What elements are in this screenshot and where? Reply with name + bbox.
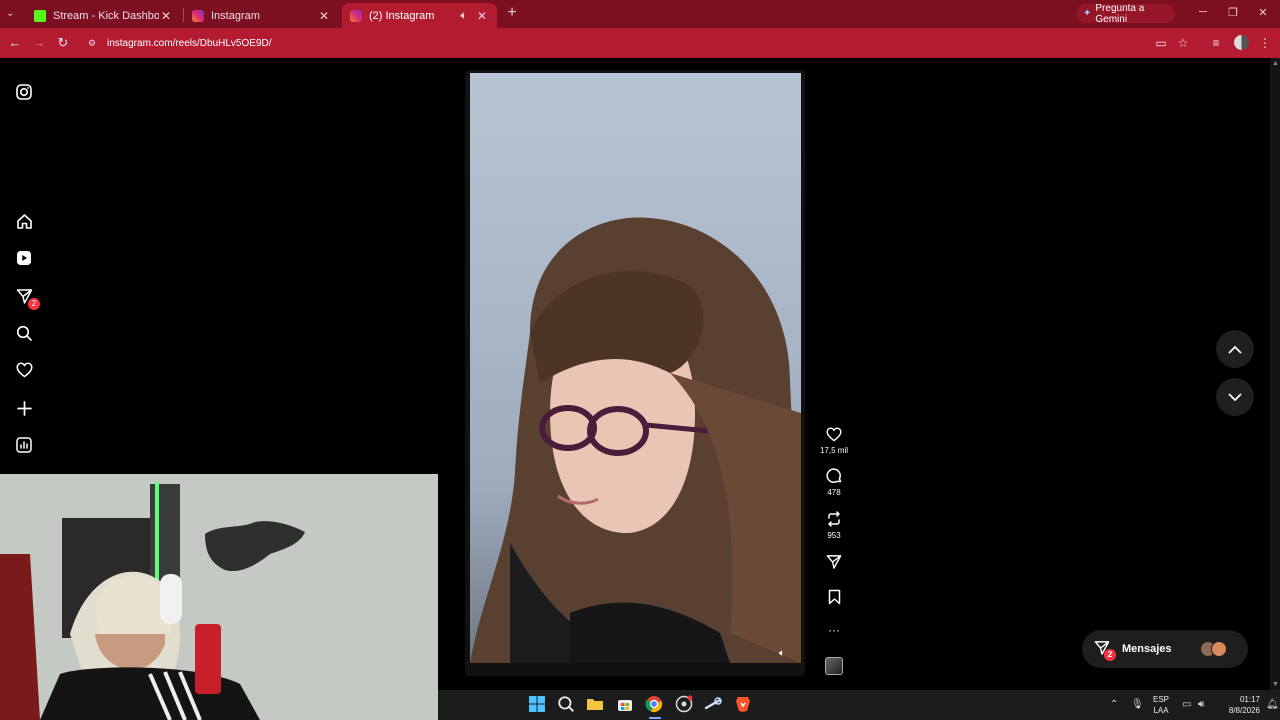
site-info-icon[interactable]: ⚙	[88, 38, 98, 49]
avatar	[1211, 641, 1227, 657]
media-controls-icon[interactable]: ≡	[1207, 34, 1225, 52]
obs-icon[interactable]	[675, 695, 695, 715]
messages-button[interactable]: 2 Mensajes	[1082, 630, 1248, 668]
close-tab-icon[interactable]: ✕	[159, 9, 173, 23]
comment-icon	[826, 468, 842, 483]
restore-icon[interactable]: ❐	[1223, 6, 1243, 19]
search-icon[interactable]	[14, 323, 34, 343]
messages-badge: 2	[1104, 649, 1116, 661]
browser-tab-bar: ⌄ Stream - Kick Dashboard ✕ Instagram ✕ …	[0, 0, 1280, 28]
tab-title: Instagram	[211, 9, 260, 22]
brave-icon[interactable]	[734, 695, 754, 715]
network-icon[interactable]: ▭	[1182, 699, 1191, 710]
tab-instagram[interactable]: Instagram ✕	[184, 3, 339, 28]
minimize-icon[interactable]: ─	[1193, 6, 1213, 18]
bookmark-icon	[828, 589, 840, 605]
forward-button[interactable]: →	[30, 34, 48, 52]
like-heart-icon	[826, 427, 842, 441]
taskbar-search-icon[interactable]	[557, 695, 577, 715]
page-scrollbar[interactable]: ▲ ▼	[1270, 58, 1280, 690]
gemini-label: Pregunta a Gemini	[1095, 2, 1145, 25]
tab-search-chevron-icon[interactable]: ⌄	[6, 8, 20, 20]
browser-toolbar: ← → ↻ ⚙ instagram.com/reels/DbuHLv5OE9D/…	[0, 28, 1280, 58]
back-button[interactable]: ←	[6, 34, 24, 52]
chrome-icon[interactable]	[645, 695, 665, 719]
bookmark-star-icon[interactable]: ☆	[1174, 34, 1192, 52]
chevron-up-icon	[1228, 345, 1242, 354]
reel-video-content	[470, 217, 801, 663]
scroll-down-arrow-icon[interactable]: ▼	[1272, 681, 1279, 688]
gemini-spark-icon: ✦	[1083, 8, 1092, 19]
repost-button[interactable]: 953	[816, 510, 852, 540]
previous-reel-button[interactable]	[1216, 330, 1254, 368]
save-button[interactable]	[816, 588, 852, 609]
notifications-bell-icon[interactable]: 🔔︎	[1266, 699, 1279, 710]
reels-icon[interactable]	[14, 248, 34, 268]
browser-menu-icon[interactable]: ⋮	[1256, 34, 1274, 52]
messages-label: Mensajes	[1122, 643, 1172, 655]
language-code: ESP	[1152, 695, 1169, 704]
url-text: instagram.com/reels/DbuHLv5OE9D/	[107, 37, 272, 49]
like-count: 17,5 mil	[819, 446, 848, 455]
address-bar[interactable]: ⚙ instagram.com/reels/DbuHLv5OE9D/	[82, 32, 1132, 54]
ask-gemini-button[interactable]: ✦ Pregunta a Gemini	[1077, 2, 1175, 25]
new-tab-button[interactable]: +	[504, 5, 520, 21]
keyboard-layout: LAA	[1153, 706, 1169, 715]
comment-button[interactable]: 478	[816, 467, 852, 497]
cast-icon[interactable]: ▭	[1152, 34, 1170, 52]
reel-video-player[interactable]: 🔈︎	[465, 70, 805, 676]
direct-messages-icon: 2	[1094, 640, 1116, 661]
tray-overflow-chevron-icon[interactable]: ⌃	[1110, 699, 1118, 710]
scroll-up-arrow-icon[interactable]: ▲	[1272, 60, 1279, 67]
share-icon	[826, 555, 842, 569]
chevron-down-icon	[1228, 392, 1242, 401]
create-plus-icon[interactable]	[14, 398, 34, 418]
instagram-icon	[192, 9, 204, 22]
more-dots-icon: ···	[828, 623, 840, 637]
profile-avatar[interactable]	[1234, 35, 1249, 50]
language-indicator[interactable]: ESP LAA	[1150, 694, 1172, 716]
audio-thumbnail[interactable]	[825, 657, 843, 675]
messages-badge: 2	[28, 298, 40, 310]
kick-icon	[34, 9, 46, 22]
close-window-icon[interactable]: ✕	[1253, 6, 1273, 19]
windows-taskbar: ⌃ 🎙︎ ESP LAA ▭ 🔊︎ 01:17 8/8/2026 🔔︎	[438, 690, 1280, 720]
webcam-overlay	[0, 474, 438, 720]
tab-title: Stream - Kick Dashboard	[53, 9, 159, 22]
repost-icon	[828, 511, 840, 527]
close-tab-icon[interactable]: ✕	[475, 9, 489, 23]
steam-icon[interactable]	[704, 695, 724, 715]
share-button[interactable]	[816, 553, 852, 574]
instagram-logo-icon[interactable]	[14, 82, 34, 102]
reel-video-frame[interactable]	[470, 73, 801, 663]
webcam-feed	[0, 474, 438, 720]
dashboard-icon[interactable]	[14, 435, 34, 455]
clock[interactable]: 01:17 8/8/2026	[1214, 694, 1260, 716]
clock-date: 8/8/2026	[1228, 706, 1260, 715]
more-options-button[interactable]: ···	[816, 621, 852, 642]
tab-instagram-active[interactable]: (2) Instagram 🔈︎ ✕	[342, 3, 497, 28]
notifications-heart-icon[interactable]	[14, 360, 34, 380]
message-avatars	[1200, 641, 1230, 657]
home-icon[interactable]	[14, 211, 34, 231]
close-tab-icon[interactable]: ✕	[317, 9, 331, 23]
instagram-icon	[350, 9, 362, 22]
tab-title: (2) Instagram	[369, 9, 435, 22]
windows-start-icon[interactable]	[528, 695, 548, 715]
volume-icon[interactable]: 🔈︎	[779, 648, 785, 659]
microsoft-store-icon[interactable]	[616, 695, 636, 715]
file-explorer-icon[interactable]	[586, 695, 606, 715]
tab-kick-dashboard[interactable]: Stream - Kick Dashboard ✕	[26, 3, 181, 28]
volume-tray-icon[interactable]: 🔊︎	[1198, 699, 1204, 710]
reload-button[interactable]: ↻	[54, 34, 72, 52]
direct-messages-icon[interactable]: 2	[14, 286, 40, 310]
next-reel-button[interactable]	[1216, 378, 1254, 416]
microphone-icon[interactable]: 🎙︎	[1131, 699, 1144, 710]
tab-audio-icon[interactable]: 🔈︎	[457, 8, 471, 23]
repost-count: 953	[827, 531, 841, 540]
clock-time: 01:17	[1239, 695, 1260, 704]
like-button[interactable]: 17,5 mil	[816, 425, 852, 455]
comment-count: 478	[827, 488, 841, 497]
